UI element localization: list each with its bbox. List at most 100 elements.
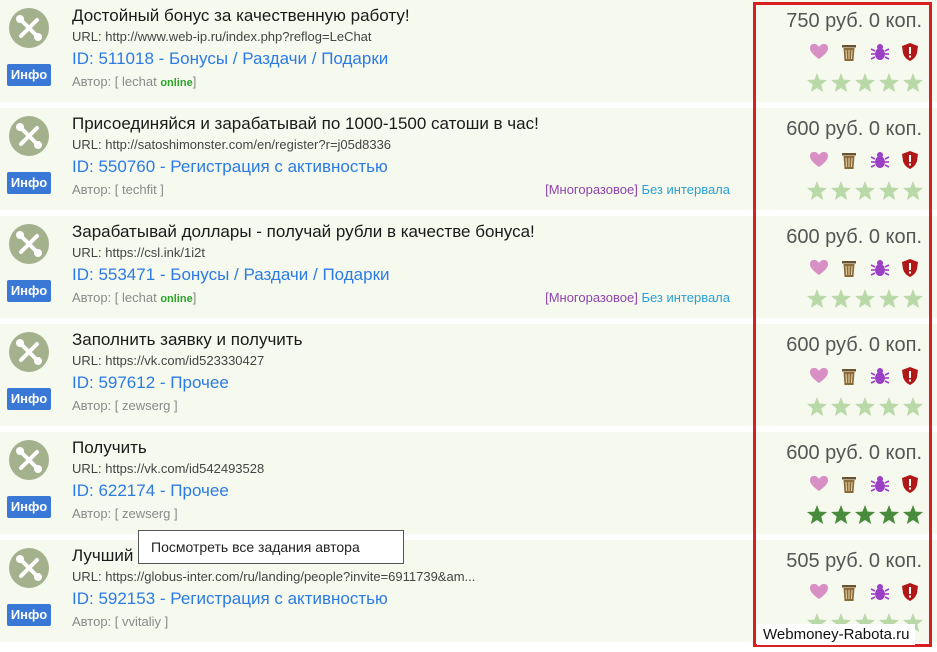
- task-url: URL: https://csl.ink/1i2t: [72, 245, 205, 260]
- info-button[interactable]: Инфо: [7, 172, 51, 194]
- star-icon[interactable]: [854, 396, 876, 418]
- author-link[interactable]: Автор: [ techfit ]: [72, 182, 164, 197]
- trash-icon[interactable]: [839, 582, 859, 602]
- tool-icon[interactable]: [9, 116, 49, 156]
- task-right-column: 600 руб. 0 коп.: [760, 334, 930, 424]
- task-author: Автор: [ zewserg ]: [72, 503, 742, 525]
- star-icon[interactable]: [902, 72, 924, 94]
- author-link[interactable]: Автор: [ zewserg ]: [72, 398, 178, 413]
- shield-icon[interactable]: [900, 42, 920, 62]
- task-rating-stars: [804, 180, 924, 202]
- heart-icon[interactable]: [809, 150, 829, 170]
- task-action-icons: [803, 258, 920, 280]
- shield-icon[interactable]: [900, 366, 920, 386]
- star-icon[interactable]: [878, 504, 900, 526]
- author-tooltip: Посмотреть все задания автора: [138, 530, 404, 564]
- star-icon[interactable]: [830, 504, 852, 526]
- star-icon[interactable]: [878, 288, 900, 310]
- task-author: Автор: [ lechat online]: [72, 71, 742, 93]
- task-row: Инфо Присоединяйся и зарабатывай по 1000…: [0, 108, 937, 213]
- trash-icon[interactable]: [839, 258, 859, 278]
- task-id-category[interactable]: ID: 511018 - Бонусы / Раздачи / Подарки: [72, 47, 742, 71]
- heart-icon[interactable]: [809, 42, 829, 62]
- task-price: 600 руб. 0 коп.: [786, 118, 922, 140]
- task-content: Присоединяйся и зарабатывай по 1000-1500…: [72, 112, 742, 201]
- star-icon[interactable]: [806, 504, 828, 526]
- task-title[interactable]: Присоединяйся и зарабатывай по 1000-1500…: [72, 112, 742, 135]
- tool-icon[interactable]: [9, 224, 49, 264]
- heart-icon[interactable]: [809, 258, 829, 278]
- bug-icon[interactable]: [870, 474, 890, 494]
- task-id-category[interactable]: ID: 597612 - Прочее: [72, 371, 742, 395]
- task-url: URL: http://satoshimonster.com/en/regist…: [72, 137, 392, 152]
- star-icon[interactable]: [902, 288, 924, 310]
- task-title[interactable]: Достойный бонус за качественную работу!: [72, 4, 742, 27]
- heart-icon[interactable]: [809, 582, 829, 602]
- bug-icon[interactable]: [870, 150, 890, 170]
- task-author: Автор: [ vvitaliy ]: [72, 611, 742, 633]
- tool-icon[interactable]: [9, 332, 49, 372]
- author-close: ]: [192, 74, 197, 89]
- task-id-category[interactable]: ID: 550760 - Регистрация с активностью: [72, 155, 742, 179]
- author-link[interactable]: Автор: [ zewserg ]: [72, 506, 178, 521]
- star-icon[interactable]: [854, 72, 876, 94]
- star-icon[interactable]: [902, 396, 924, 418]
- star-icon[interactable]: [806, 396, 828, 418]
- info-button[interactable]: Инфо: [7, 64, 51, 86]
- heart-icon[interactable]: [809, 474, 829, 494]
- star-icon[interactable]: [806, 288, 828, 310]
- heart-icon[interactable]: [809, 366, 829, 386]
- task-tags: [Многоразовое] Без интервала: [545, 179, 730, 201]
- star-icon[interactable]: [878, 396, 900, 418]
- task-id-category[interactable]: ID: 592153 - Регистрация с активностью: [72, 587, 742, 611]
- task-left-column: Инфо: [7, 8, 51, 98]
- trash-icon[interactable]: [839, 474, 859, 494]
- info-button[interactable]: Инфо: [7, 280, 51, 302]
- task-action-icons: [803, 582, 920, 604]
- star-icon[interactable]: [854, 180, 876, 202]
- star-icon[interactable]: [878, 180, 900, 202]
- trash-icon[interactable]: [839, 366, 859, 386]
- bug-icon[interactable]: [870, 582, 890, 602]
- task-author: Автор: [ lechat online] [Многоразовое] Б…: [72, 287, 742, 309]
- trash-icon[interactable]: [839, 42, 859, 62]
- author-link[interactable]: Автор: [ vvitaliy ]: [72, 614, 168, 629]
- info-button[interactable]: Инфо: [7, 388, 51, 410]
- star-icon[interactable]: [806, 72, 828, 94]
- task-url: URL: https://globus-inter.com/ru/landing…: [72, 569, 476, 584]
- task-title[interactable]: Получить: [72, 436, 742, 459]
- task-price: 600 руб. 0 коп.: [786, 442, 922, 464]
- author-link[interactable]: Автор: [ lechat: [72, 74, 160, 89]
- bug-icon[interactable]: [870, 258, 890, 278]
- task-title[interactable]: Зарабатывай доллары - получай рубли в ка…: [72, 220, 742, 243]
- task-left-column: Инфо: [7, 224, 51, 314]
- shield-icon[interactable]: [900, 582, 920, 602]
- tool-icon[interactable]: [9, 440, 49, 480]
- task-title[interactable]: Заполнить заявку и получить: [72, 328, 742, 351]
- bug-icon[interactable]: [870, 366, 890, 386]
- task-rating-stars: [804, 504, 924, 526]
- star-icon[interactable]: [830, 288, 852, 310]
- task-id-category[interactable]: ID: 622174 - Прочее: [72, 479, 742, 503]
- tool-icon[interactable]: [9, 8, 49, 48]
- star-icon[interactable]: [902, 180, 924, 202]
- bug-icon[interactable]: [870, 42, 890, 62]
- star-icon[interactable]: [902, 504, 924, 526]
- tag-multiple: [Многоразовое]: [545, 182, 638, 197]
- star-icon[interactable]: [854, 288, 876, 310]
- star-icon[interactable]: [806, 180, 828, 202]
- star-icon[interactable]: [854, 504, 876, 526]
- author-link[interactable]: Автор: [ lechat: [72, 290, 160, 305]
- trash-icon[interactable]: [839, 150, 859, 170]
- star-icon[interactable]: [878, 72, 900, 94]
- shield-icon[interactable]: [900, 150, 920, 170]
- shield-icon[interactable]: [900, 258, 920, 278]
- star-icon[interactable]: [830, 72, 852, 94]
- info-button[interactable]: Инфо: [7, 496, 51, 518]
- task-id-category[interactable]: ID: 553471 - Бонусы / Раздачи / Подарки: [72, 263, 742, 287]
- shield-icon[interactable]: [900, 474, 920, 494]
- star-icon[interactable]: [830, 396, 852, 418]
- star-icon[interactable]: [830, 180, 852, 202]
- tool-icon[interactable]: [9, 548, 49, 588]
- info-button[interactable]: Инфо: [7, 604, 51, 626]
